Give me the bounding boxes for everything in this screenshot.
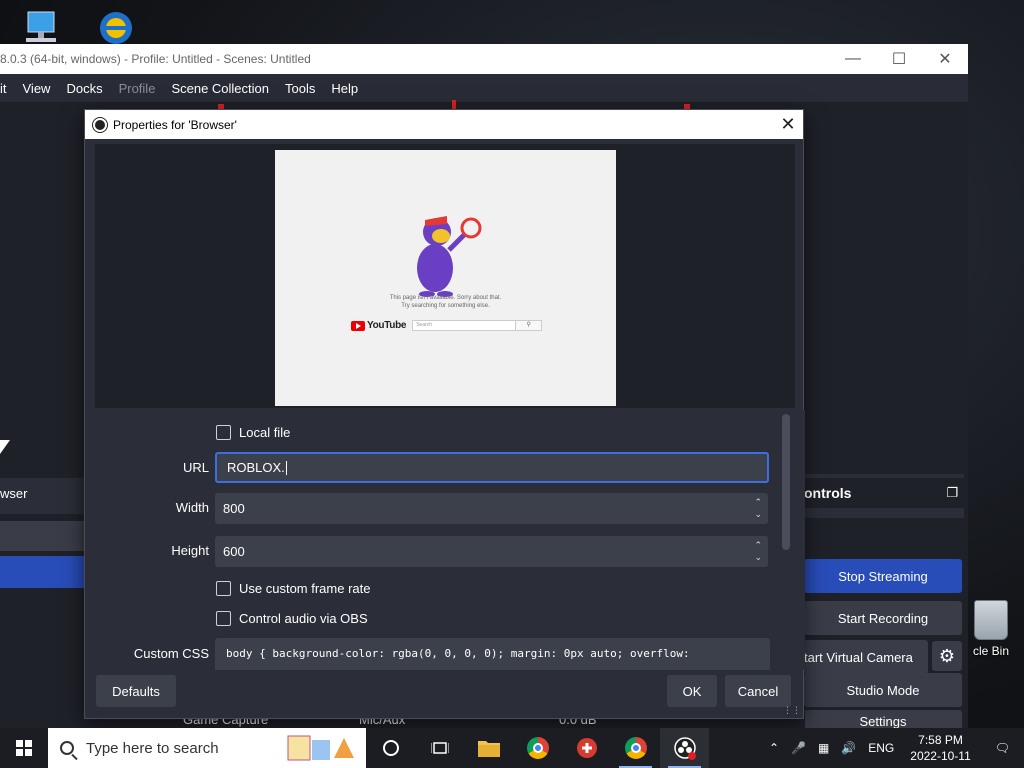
network-icon[interactable]: ▦ [812,741,835,755]
obs-titlebar: 8.0.3 (64-bit, windows) - Profile: Untit… [0,44,968,74]
custom-frame-rate-label: Use custom frame rate [239,581,371,596]
source-item-label: wser [0,486,28,501]
width-stepper-icon[interactable]: ⌃ ⌄ [754,496,762,520]
obs-window-title: 8.0.3 (64-bit, windows) - Profile: Untit… [0,52,311,66]
youtube-logo: YouTube [351,320,407,331]
settings-button[interactable]: Settings [804,710,962,730]
defaults-button[interactable]: Defaults [96,675,176,707]
source-row-selected[interactable] [0,556,84,588]
custom-frame-rate-checkbox-row[interactable]: Use custom frame rate [216,581,371,596]
width-label: Width [175,500,209,515]
close-icon[interactable]: ✕ [922,44,968,74]
microphone-icon[interactable]: 🎤 [785,741,812,755]
menu-tools[interactable]: Tools [277,81,323,96]
start-virtual-camera-button[interactable]: tart Virtual Camera [804,640,928,674]
language-indicator[interactable]: ENG [862,741,900,755]
maximize-icon[interactable]: ☐ [876,44,922,74]
youtube-play-icon [351,320,365,331]
menu-help[interactable]: Help [323,81,366,96]
local-file-checkbox-row[interactable]: Local file [216,425,290,440]
error-line-2: Try searching for something else. [401,303,490,309]
youtube-search-input[interactable]: Search [412,320,517,331]
search-icon [60,741,74,755]
vpn-app-icon[interactable] [562,728,611,768]
windows-taskbar: Type here to search ⌃ 🎤 ▦ 🔊 ENG 7:58 PM … [0,728,1024,768]
menu-profile[interactable]: Profile [111,81,164,96]
start-button[interactable] [0,728,48,768]
source-row[interactable] [0,521,84,551]
source-item-browser[interactable]: wser [0,478,84,514]
obs-studio-icon[interactable] [660,728,709,768]
taskbar-search-box[interactable]: Type here to search [48,728,366,768]
properties-dialog: Properties for 'Browser' ✕ This page isn… [84,109,805,719]
virtual-camera-settings-gear-icon[interactable]: ⚙ [932,641,962,671]
show-hidden-icons-chevron-up-icon[interactable]: ⌃ [763,741,785,755]
local-file-label: Local file [239,425,291,440]
taskbar-search-placeholder: Type here to search [86,739,219,757]
properties-form: Local file URL ROBLOX. Width 800 ⌃ ⌄ Heig… [85,410,805,670]
chrome-running-icon[interactable] [611,728,660,768]
width-value: 800 [223,501,245,516]
dialog-titlebar: Properties for 'Browser' ✕ [85,110,803,139]
controls-title-label: ontrols [804,485,852,501]
dialog-close-icon[interactable]: ✕ [773,114,803,135]
clock-time: 7:58 PM [918,733,963,747]
custom-css-textarea[interactable]: body { background-color: rgba(0, 0, 0, 0… [215,638,770,670]
browser-preview: This page isn't available. Sorry about t… [275,150,616,406]
youtube-monkey-illustration [417,216,482,297]
menu-scene-collection[interactable]: Scene Collection [163,81,277,96]
recycle-bin-label: cle Bin [972,644,1010,658]
url-input[interactable]: ROBLOX. [215,452,769,483]
minimize-icon[interactable]: — [830,44,876,74]
obs-logo-icon [92,116,108,133]
obs-menubar: it View Docks Profile Scene Collection T… [0,74,968,102]
start-recording-button[interactable]: Start Recording [804,601,962,635]
dialog-title: Properties for 'Browser' [113,117,237,132]
menu-edit[interactable]: it [0,81,15,96]
height-stepper-icon[interactable]: ⌃ ⌄ [754,539,762,563]
control-audio-checkbox-row[interactable]: Control audio via OBS [216,611,368,626]
file-explorer-icon[interactable] [464,728,513,768]
windows-logo-icon [16,740,32,756]
custom-frame-rate-checkbox[interactable] [216,581,231,596]
error-line-1: This page isn't available. Sorry about t… [389,295,502,301]
taskbar-clock[interactable]: 7:58 PM 2022-10-11 [900,732,981,764]
height-label: Height [171,543,209,558]
mouse-cursor-icon [0,440,10,454]
undock-icon[interactable]: ❐ [946,485,958,501]
chrome-icon[interactable] [513,728,562,768]
youtube-search-row: YouTube Search ⚲ [351,320,543,331]
search-highlight-illustration-icon [287,735,354,761]
local-file-checkbox[interactable] [216,425,231,440]
height-value: 600 [223,544,245,559]
custom-css-label: Custom CSS [133,646,209,661]
resize-grip-icon[interactable]: ⋮⋮ [783,705,801,716]
preview-area: This page isn't available. Sorry about t… [95,144,795,408]
menu-docks[interactable]: Docks [58,81,110,96]
error-message: This page isn't available. Sorry about t… [275,294,616,310]
volume-icon[interactable]: 🔊 [835,741,862,755]
control-audio-label: Control audio via OBS [239,611,368,626]
stop-streaming-button[interactable]: Stop Streaming [804,559,962,593]
url-value: ROBLOX. [227,460,285,475]
task-view-icon[interactable] [415,728,464,768]
notifications-icon[interactable]: 🗨 [981,741,1024,755]
cortana-icon[interactable] [366,728,415,768]
properties-scrollbar[interactable] [782,414,790,550]
studio-mode-button[interactable]: Studio Mode [804,673,962,707]
control-audio-checkbox[interactable] [216,611,231,626]
cancel-button[interactable]: Cancel [725,675,791,707]
clock-date: 2022-10-11 [910,749,971,763]
youtube-wordmark: YouTube [367,320,407,331]
ok-button[interactable]: OK [667,675,717,707]
menu-view[interactable]: View [15,81,59,96]
height-spinbox[interactable]: 600 ⌃ ⌄ [215,536,768,567]
controls-dock-title: ontrols ❐ [804,478,964,508]
width-spinbox[interactable]: 800 ⌃ ⌄ [215,493,768,524]
youtube-search-button[interactable]: ⚲ [516,320,543,331]
recycle-bin-icon [974,600,1008,640]
system-tray: ⌃ 🎤 ▦ 🔊 ENG 7:58 PM 2022-10-11 🗨 [763,728,1024,768]
url-label: URL [182,460,209,475]
